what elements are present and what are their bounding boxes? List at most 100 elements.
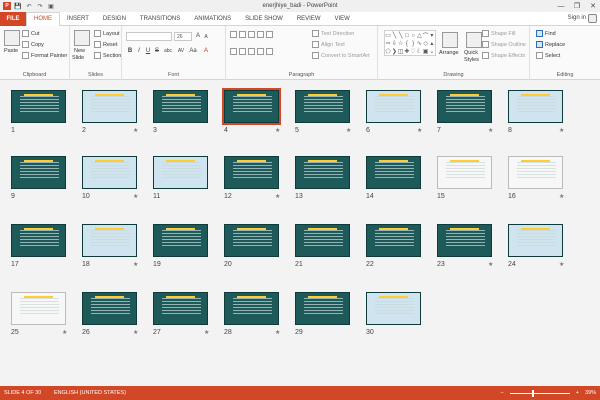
convert-smartart-button[interactable]: Convert to SmartArt	[312, 52, 370, 59]
save-icon[interactable]: 💾	[14, 2, 22, 10]
tab-transitions[interactable]: TRANSITIONS	[133, 12, 187, 26]
replace-button[interactable]: Replace	[536, 41, 565, 48]
slide-thumbnail[interactable]	[82, 90, 137, 123]
font-size-field[interactable]: 26	[174, 32, 192, 41]
bullets-button[interactable]	[230, 31, 273, 38]
zoom-out-button[interactable]: −	[501, 390, 504, 396]
expand-shapes-icon[interactable]: ⌄	[429, 48, 435, 56]
shrink-font-button[interactable]: A	[202, 34, 210, 40]
slide-thumbnail[interactable]	[508, 90, 563, 123]
slide-thumbnail[interactable]	[11, 156, 66, 189]
paste-button[interactable]: Paste	[4, 48, 18, 54]
tab-view[interactable]: VIEW	[328, 12, 357, 26]
slide-thumbnail[interactable]	[153, 90, 208, 123]
align-text-button[interactable]: Align Text	[312, 41, 345, 48]
slide-thumbnail[interactable]	[295, 292, 350, 325]
select-button[interactable]: Select	[536, 52, 560, 59]
slide-thumbnail[interactable]	[366, 156, 421, 189]
tab-insert[interactable]: INSERT	[60, 12, 96, 26]
tab-home[interactable]: HOME	[26, 11, 60, 27]
format-painter-button[interactable]: Format Painter	[22, 52, 67, 59]
avatar[interactable]	[588, 14, 597, 23]
slide-thumbnail[interactable]	[437, 90, 492, 123]
undo-icon[interactable]: ↶	[25, 2, 33, 10]
slide-thumbnail[interactable]	[295, 156, 350, 189]
cut-button[interactable]: Cut	[22, 30, 40, 37]
slide-thumbnail[interactable]	[11, 292, 66, 325]
slide-text-line	[375, 239, 414, 240]
tab-design[interactable]: DESIGN	[96, 12, 133, 26]
slide-thumbnail[interactable]	[437, 224, 492, 257]
slide-thumbnail[interactable]	[153, 292, 208, 325]
zoom-slider[interactable]	[509, 389, 570, 397]
shapes-gallery[interactable]: ▭ ╲ ╲ □ ○ △ ⌒ ▾ ⇨ ⇩ ☆ { } ∿ ◇ ▴ ⬠ ❯ ◫ ✚ …	[384, 30, 436, 56]
slide-thumbnail[interactable]	[153, 224, 208, 257]
scroll-up-icon[interactable]: ▴	[429, 40, 435, 48]
strikethrough-button[interactable]: S	[153, 48, 161, 54]
zoom-level[interactable]: 39%	[585, 390, 596, 396]
tab-file[interactable]: FILE	[0, 11, 26, 26]
slide-thumbnail[interactable]	[224, 224, 279, 257]
layout-button[interactable]: Layout	[94, 30, 120, 37]
slide-text-line	[304, 245, 343, 246]
close-button[interactable]: ✕	[588, 1, 598, 11]
new-slide-icon[interactable]	[74, 30, 90, 46]
section-button[interactable]: Section	[94, 52, 121, 59]
copy-button[interactable]: Copy	[22, 41, 44, 48]
text-direction-button[interactable]: Text Direction	[312, 30, 354, 37]
restore-button[interactable]: ❐	[572, 1, 582, 11]
slide-thumbnail[interactable]	[366, 90, 421, 123]
redo-icon[interactable]: ↷	[36, 2, 44, 10]
start-slideshow-icon[interactable]: ▣	[47, 2, 55, 10]
language-indicator[interactable]: ENGLISH (UNITED STATES)	[54, 390, 126, 396]
change-case-button[interactable]: Aa	[188, 48, 198, 54]
paste-icon[interactable]	[4, 30, 20, 46]
font-name-field[interactable]	[126, 32, 172, 41]
minimize-button[interactable]: —	[556, 1, 566, 11]
slide-thumbnail[interactable]	[82, 292, 137, 325]
zoom-thumb[interactable]	[531, 389, 534, 397]
italic-button[interactable]: I	[135, 48, 143, 54]
new-slide-button[interactable]: New	[74, 48, 85, 54]
reset-button[interactable]: Reset	[94, 41, 117, 48]
slide-thumbnail[interactable]	[366, 292, 421, 325]
slide-thumbnail[interactable]	[82, 224, 137, 257]
arrange-button[interactable]: Arrange	[439, 50, 459, 56]
bold-button[interactable]: B	[126, 48, 134, 54]
slide-thumbnail[interactable]	[11, 90, 66, 123]
zoom-in-button[interactable]: +	[576, 390, 579, 396]
find-button[interactable]: Find	[536, 30, 556, 37]
shape-outline-button[interactable]: Shape Outline	[482, 41, 526, 48]
slide-thumbnail[interactable]	[508, 224, 563, 257]
slide-thumbnail[interactable]	[224, 156, 279, 189]
quick-styles-button-2[interactable]: Styles	[464, 57, 479, 63]
slide-thumbnail[interactable]	[295, 90, 350, 123]
arrange-icon[interactable]	[442, 32, 458, 48]
sign-in-link[interactable]: Sign in	[568, 15, 586, 21]
align-buttons[interactable]	[230, 48, 273, 55]
slide-thumbnail[interactable]	[11, 224, 66, 257]
quick-styles-icon[interactable]	[466, 32, 482, 48]
slide-thumbnail[interactable]	[437, 156, 492, 189]
slide-thumbnail[interactable]	[82, 156, 137, 189]
shape-fill-button[interactable]: Shape Fill	[482, 30, 515, 37]
slide-thumbnail[interactable]	[508, 156, 563, 189]
character-spacing-button[interactable]: AV	[176, 48, 186, 54]
underline-button[interactable]: U	[144, 48, 152, 54]
tab-slide-show[interactable]: SLIDE SHOW	[238, 12, 290, 26]
shape-effects-button[interactable]: Shape Effects	[482, 52, 525, 59]
tab-animations[interactable]: ANIMATIONS	[187, 12, 238, 26]
tab-review[interactable]: REVIEW	[290, 12, 328, 26]
font-color-button[interactable]: A	[202, 48, 210, 54]
slide-thumbnail[interactable]	[153, 156, 208, 189]
shadow-button[interactable]: abc	[162, 48, 174, 54]
slide-thumbnail[interactable]	[224, 292, 279, 325]
quick-styles-button[interactable]: Quick	[464, 50, 478, 56]
slide-number: 22	[366, 261, 374, 268]
more-shapes-icon[interactable]: ▾	[429, 31, 435, 40]
slide-thumbnail[interactable]	[222, 88, 281, 125]
slide-thumbnail[interactable]	[295, 224, 350, 257]
grow-font-button[interactable]: A	[194, 33, 202, 39]
new-slide-button-2[interactable]: Slide	[72, 55, 84, 61]
slide-thumbnail[interactable]	[366, 224, 421, 257]
